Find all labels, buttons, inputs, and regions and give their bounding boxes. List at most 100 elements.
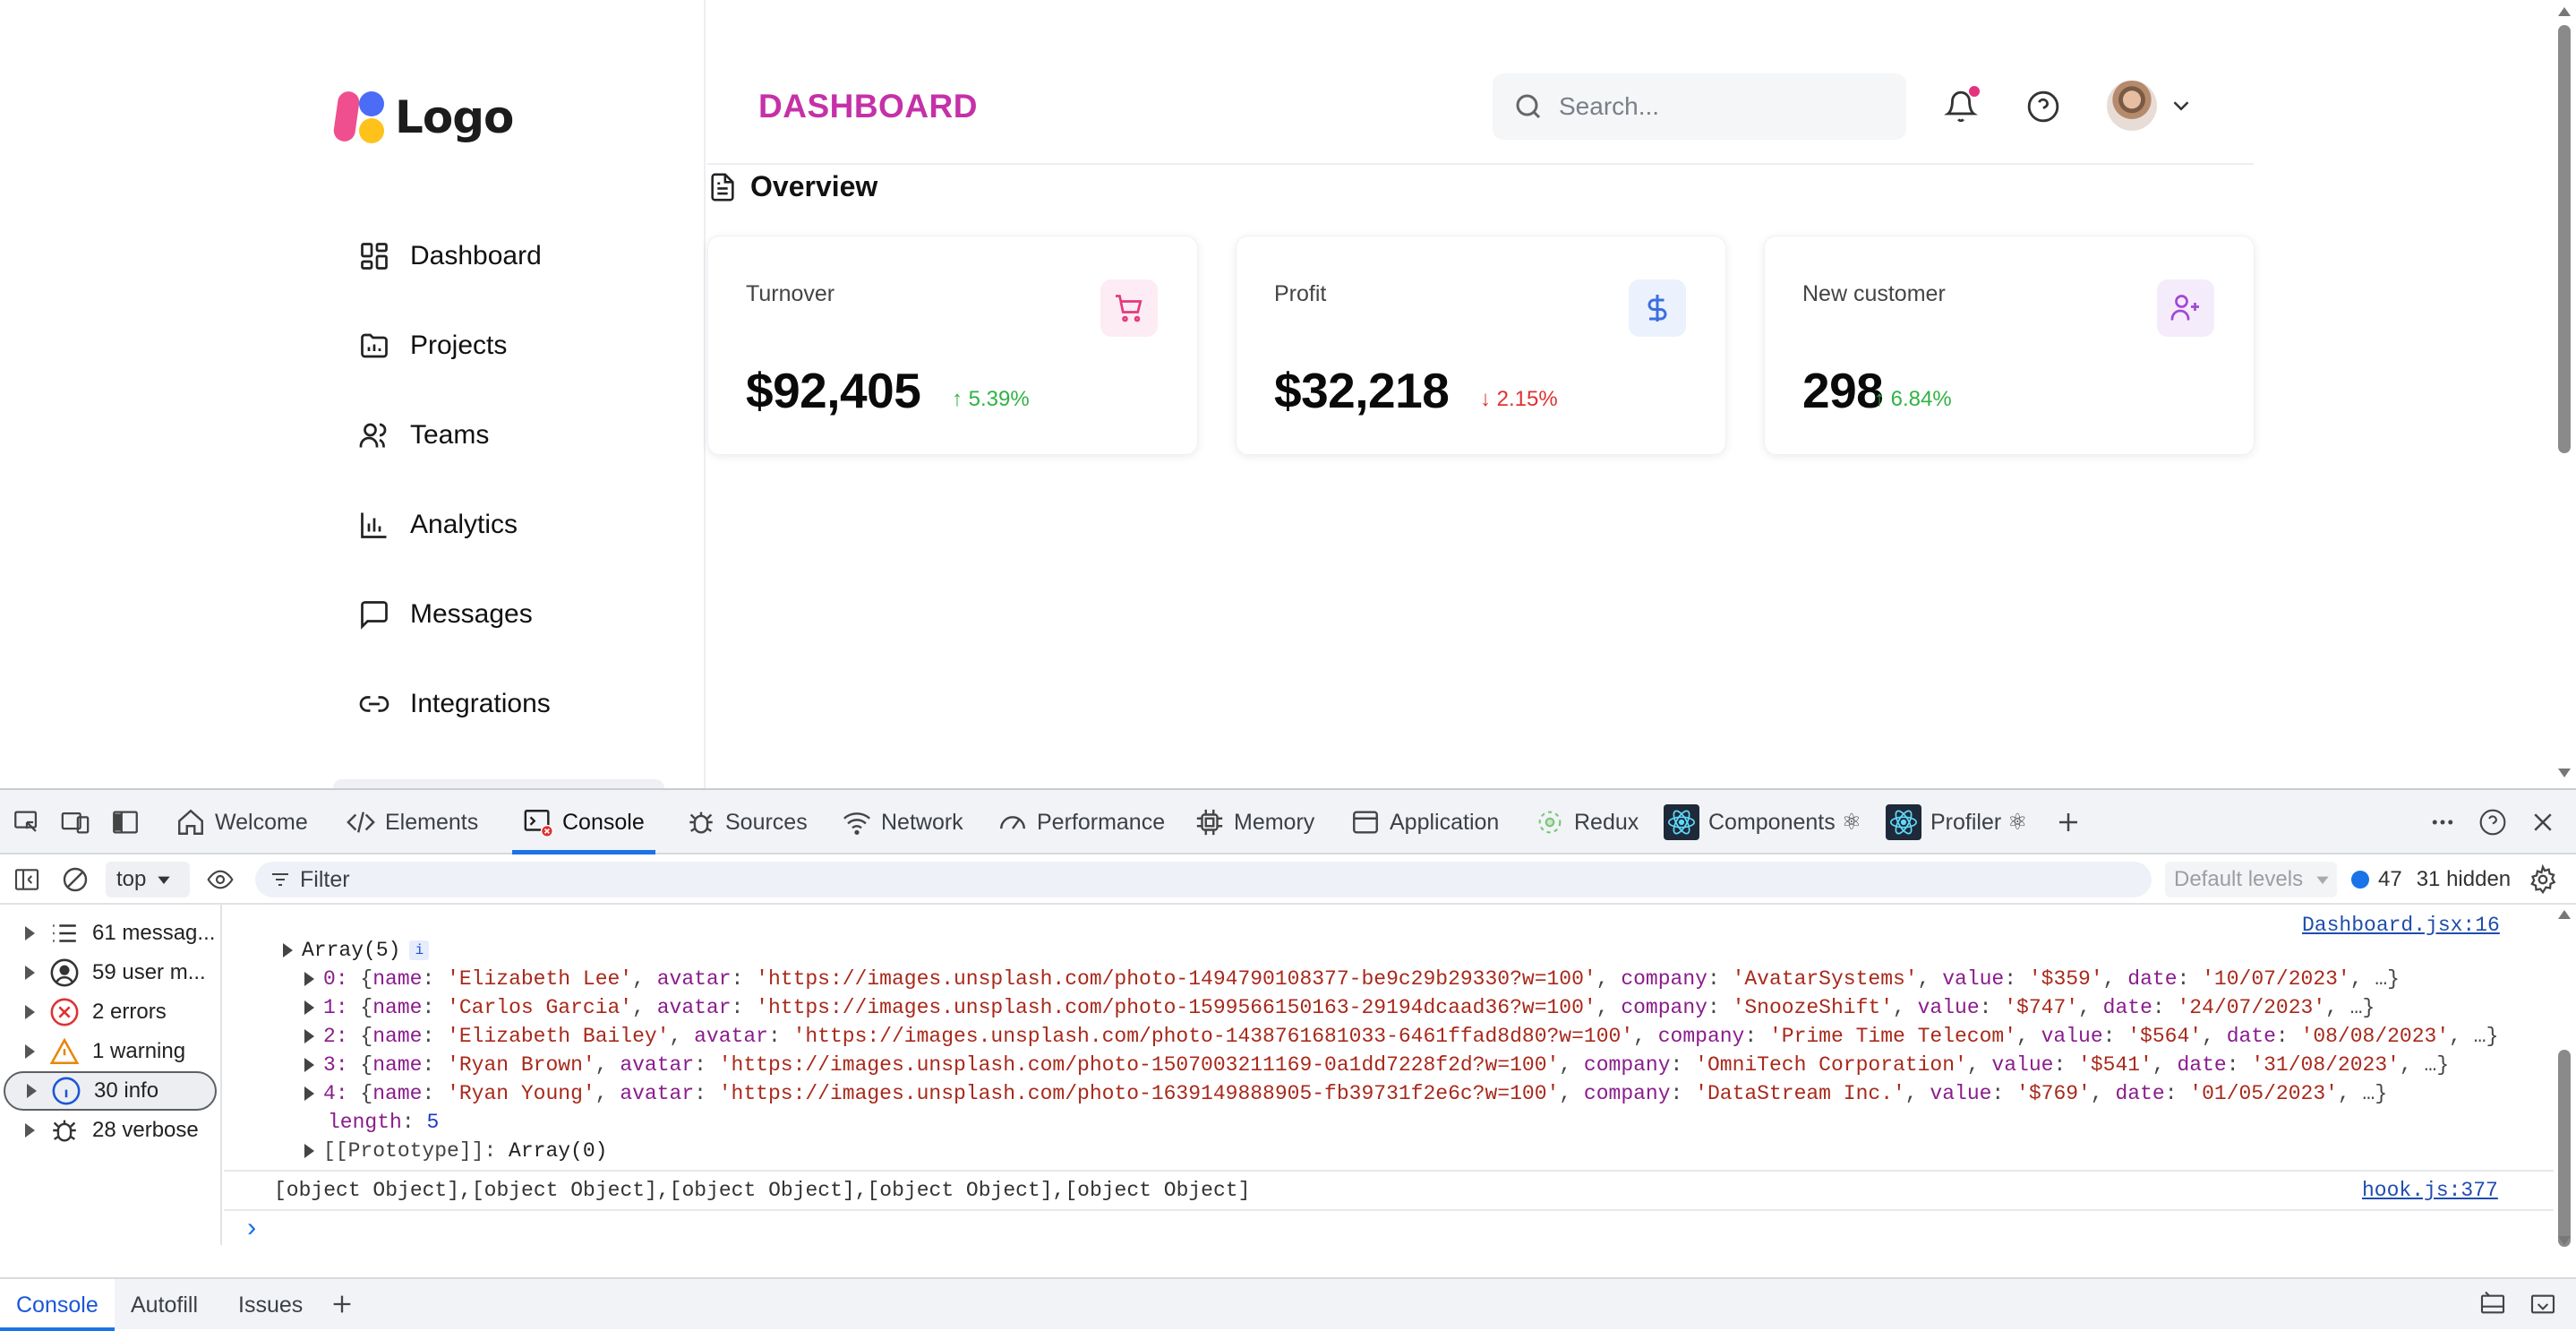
log-prototype-line[interactable]: [[Prototype]]: Array(0)	[304, 1139, 607, 1163]
tab-sources[interactable]: Sources	[686, 790, 808, 854]
stat-card-profit[interactable]: Profit $32,218 ↓ 2.15%	[1236, 236, 1726, 455]
log-array-header[interactable]: Array(5) i	[283, 939, 430, 962]
logo[interactable]: Logo	[332, 90, 514, 145]
expand-arrow-icon[interactable]	[304, 1086, 314, 1101]
log-array-item[interactable]: 4: {name: 'Ryan Young', avatar: 'https:/…	[304, 1082, 2387, 1105]
scroll-up-arrow-icon[interactable]	[2558, 7, 2571, 16]
console-scrollbar[interactable]	[2554, 905, 2576, 1252]
dock-side-button[interactable]	[109, 806, 141, 838]
plus-icon	[2059, 813, 2077, 831]
item-avatar: 'https://images.unsplash.com/photo-15070…	[718, 1053, 1560, 1077]
expand-arrow-icon[interactable]	[304, 1000, 314, 1015]
help-button[interactable]	[2021, 84, 2066, 129]
item-name: 'Elizabeth Bailey'	[447, 1025, 670, 1048]
tab-memory[interactable]: Memory	[1194, 790, 1314, 854]
expand-arrow-icon[interactable]	[27, 1084, 37, 1098]
log-array-item[interactable]: 3: {name: 'Ryan Brown', avatar: 'https:/…	[304, 1053, 2449, 1077]
tab-label: Sources	[725, 809, 808, 835]
expand-arrow-icon[interactable]	[25, 1123, 35, 1138]
sidebar-item-dashboard[interactable]: Dashboard	[358, 211, 551, 301]
log-array-item[interactable]: 2: {name: 'Elizabeth Bailey', avatar: 'h…	[304, 1025, 2498, 1048]
scrollbar-thumb[interactable]	[2558, 25, 2571, 453]
scrollbar-thumb[interactable]	[2558, 1050, 2571, 1247]
user-menu[interactable]	[2107, 81, 2195, 131]
avatar[interactable]	[2107, 81, 2157, 131]
add-drawer-tab-button[interactable]	[326, 1288, 358, 1320]
tab-components[interactable]: Components ⚛	[1664, 790, 1861, 854]
sidebar-item-teams[interactable]: Teams	[358, 391, 551, 480]
sidebar-item-messages[interactable]: Messages	[358, 570, 551, 659]
stat-card-turnover[interactable]: Turnover $92,405 ↑ 5.39%	[707, 236, 1198, 455]
users-icon	[359, 423, 387, 448]
devtools-help-button[interactable]	[2477, 806, 2509, 838]
search-input[interactable]	[1559, 92, 1899, 121]
sidebar-item-integrations[interactable]: Integrations	[358, 659, 551, 749]
source-link[interactable]: hook.js:377	[2362, 1179, 2498, 1202]
console-settings-button[interactable]	[2527, 863, 2559, 896]
tab-console[interactable]: Console	[512, 790, 655, 854]
tab-network[interactable]: Network	[842, 790, 963, 854]
tab-elements[interactable]: Elements	[346, 790, 478, 854]
expand-arrow-icon[interactable]	[25, 1044, 35, 1059]
filter-input[interactable]	[300, 866, 1912, 893]
log-array-item[interactable]: 1: {name: 'Carlos Garcia', avatar: 'http…	[304, 996, 2375, 1019]
console-prompt-icon[interactable]: ›	[244, 1215, 260, 1245]
tab-performance[interactable]: Performance	[997, 790, 1165, 854]
more-tabs-button[interactable]	[2052, 806, 2084, 838]
live-expression-button[interactable]	[204, 863, 236, 896]
log-levels-dropdown[interactable]: Default levels	[2165, 862, 2337, 897]
item-value: '$769'	[2016, 1082, 2091, 1105]
drawer-tab-autofill[interactable]: Autofill	[115, 1279, 214, 1331]
bar-chart-icon	[361, 512, 387, 538]
plus-icon	[333, 1295, 351, 1313]
close-drawer-button[interactable]	[2527, 1288, 2559, 1320]
sidebar-item-verbose[interactable]: 28 verbose	[4, 1111, 217, 1150]
sidebar-item-warnings[interactable]: 1 warning	[4, 1032, 217, 1071]
toggle-drawer-position-button[interactable]	[2477, 1288, 2509, 1320]
sidebar-item-analytics[interactable]: Analytics	[358, 480, 551, 570]
expand-arrow-icon[interactable]	[304, 1143, 314, 1158]
devtools-menu-button[interactable]	[2426, 806, 2459, 838]
device-toolbar-button[interactable]	[59, 806, 91, 838]
drawer-tab-issues[interactable]: Issues	[222, 1279, 319, 1331]
sidebar-item-projects[interactable]: Projects	[358, 301, 551, 391]
scroll-down-arrow-icon[interactable]	[2558, 1236, 2571, 1245]
inspect-element-button[interactable]	[11, 806, 43, 838]
page-scrollbar[interactable]	[2554, 0, 2576, 788]
sidebar-item-label: Projects	[410, 331, 508, 360]
sidebar-item-errors[interactable]: 2 errors	[4, 992, 217, 1032]
drawer-tab-console[interactable]: Console	[0, 1279, 115, 1331]
search-box[interactable]	[1493, 73, 1906, 140]
clear-console-button[interactable]	[59, 863, 91, 896]
log-array-item[interactable]: 0: {name: 'Elizabeth Lee', avatar: 'http…	[304, 967, 2400, 991]
notifications-button[interactable]	[1938, 84, 1983, 129]
logo-mark-icon	[332, 90, 388, 145]
tab-profiler[interactable]: Profiler ⚛	[1886, 790, 2028, 854]
stat-card-new-customer[interactable]: New customer 298 ↑ 6.84%	[1764, 236, 2255, 455]
expand-arrow-icon[interactable]	[283, 942, 293, 957]
expand-arrow-icon[interactable]	[25, 926, 35, 940]
close-devtools-button[interactable]	[2527, 806, 2559, 838]
source-link[interactable]: Dashboard.jsx:16	[2302, 914, 2500, 937]
expand-arrow-icon[interactable]	[304, 1028, 314, 1043]
toggle-console-sidebar-button[interactable]	[11, 863, 43, 896]
tab-redux[interactable]: Redux	[1535, 790, 1639, 854]
expand-arrow-icon[interactable]	[25, 966, 35, 980]
item-date: '10/07/2023'	[2202, 967, 2350, 991]
console-output: Dashboard.jsx:16 Array(5) i 0: {name: 'El…	[224, 905, 2554, 1252]
filter-icon	[272, 873, 288, 886]
issues-counter[interactable]: 47 31 hidden	[2351, 862, 2511, 897]
tab-welcome[interactable]: Welcome	[175, 790, 308, 854]
sidebar-item-user-messages[interactable]: 59 user m...	[4, 953, 217, 992]
context-select[interactable]: top	[106, 862, 190, 897]
sidebar-item-info[interactable]: 30 info	[4, 1071, 217, 1111]
sidebar-item-messages[interactable]: 61 messag...	[4, 914, 217, 953]
scroll-down-arrow-icon[interactable]	[2558, 769, 2571, 777]
expand-arrow-icon[interactable]	[25, 1005, 35, 1019]
help-circle-icon	[2027, 90, 2059, 123]
tab-application[interactable]: Application	[1350, 790, 1499, 854]
console-filter[interactable]	[255, 862, 2152, 897]
expand-arrow-icon[interactable]	[304, 1057, 314, 1072]
scroll-up-arrow-icon[interactable]	[2558, 910, 2571, 919]
expand-arrow-icon[interactable]	[304, 971, 314, 986]
